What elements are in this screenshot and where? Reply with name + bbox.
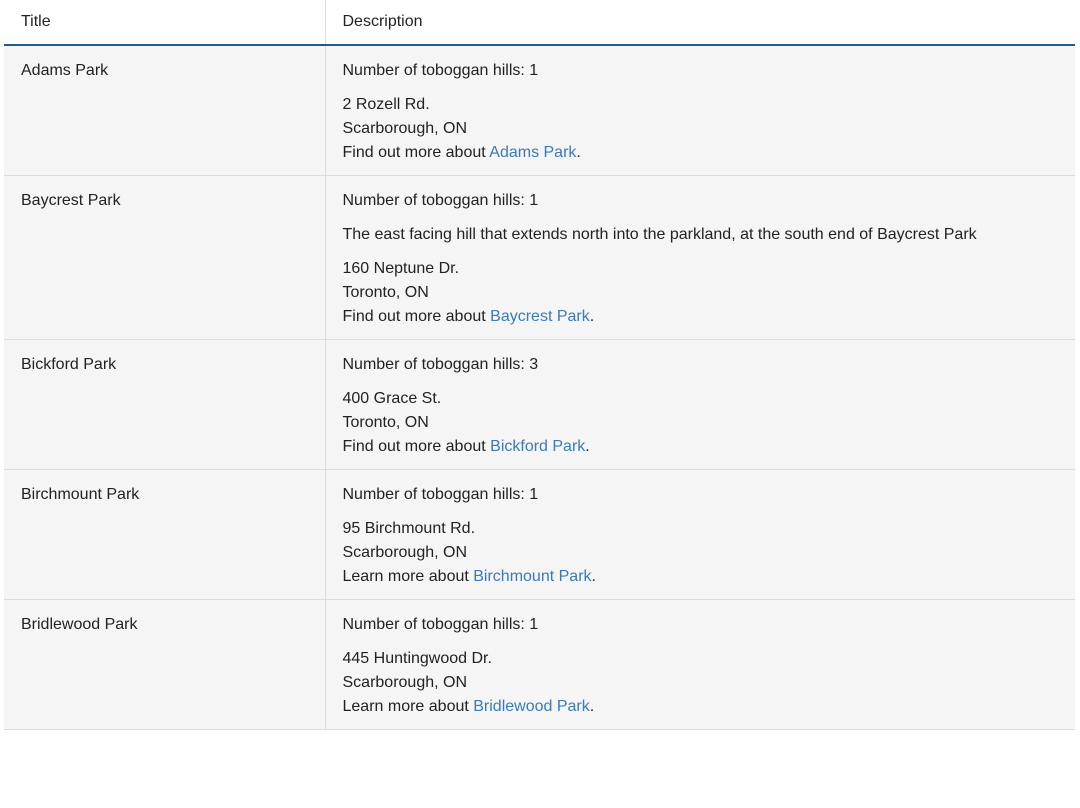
- park-title: Baycrest Park: [21, 192, 121, 209]
- park-description-cell: Number of toboggan hills: 1 The east fac…: [324, 175, 1075, 340]
- park-title: Bridlewood Park: [21, 616, 138, 633]
- park-address-block: 400 Grace St. Toronto, ON Find out more …: [343, 387, 1059, 459]
- park-description-cell: Number of toboggan hills: 1 2 Rozell Rd.…: [324, 45, 1075, 176]
- city-province: Toronto, ON: [342, 284, 429, 301]
- park-info-link[interactable]: Baycrest Park: [490, 308, 590, 325]
- more-info-line: Learn more about Bridlewood Park.: [343, 695, 1059, 719]
- park-title-cell: Birchmount Park: [4, 469, 325, 600]
- park-address-block: 95 Birchmount Rd. Scarborough, ON Learn …: [343, 517, 1059, 589]
- toboggan-hill-count: Number of toboggan hills: 1: [342, 616, 539, 633]
- park-title-cell: Baycrest Park: [4, 175, 325, 340]
- park-info-link[interactable]: Bridlewood Park: [473, 698, 590, 715]
- city-province: Scarborough, ON: [342, 544, 468, 561]
- more-info-suffix: .: [589, 308, 595, 325]
- more-info-suffix: .: [591, 568, 596, 585]
- park-description-cell: Number of toboggan hills: 1 95 Birchmoun…: [324, 469, 1075, 600]
- park-title: Adams Park: [21, 62, 109, 79]
- park-title-cell: Adams Park: [4, 45, 325, 176]
- park-address-block: 2 Rozell Rd. Scarborough, ON Find out mo…: [343, 93, 1059, 165]
- toboggan-hill-count: Number of toboggan hills: 1: [342, 192, 539, 209]
- park-info-link[interactable]: Bickford Park: [490, 438, 585, 455]
- column-header-title: Title: [4, 0, 325, 46]
- toboggan-hill-count: Number of toboggan hills: 3: [342, 356, 539, 373]
- park-title-cell: Bickford Park: [4, 339, 325, 470]
- park-address-block: 160 Neptune Dr. Toronto, ON Find out mor…: [343, 257, 1059, 329]
- park-info-link[interactable]: Adams Park: [489, 144, 576, 161]
- more-info-suffix: .: [576, 144, 581, 161]
- table-row: Baycrest Park Number of toboggan hills: …: [4, 175, 1075, 340]
- park-title: Birchmount Park: [21, 486, 140, 503]
- table-header: Title Description: [4, 0, 1075, 46]
- toboggan-hill-count: Number of toboggan hills: 1: [342, 62, 539, 79]
- table-header-row: Title Description: [4, 0, 1075, 46]
- more-info-suffix: .: [589, 698, 595, 715]
- street-address: 400 Grace St.: [342, 390, 442, 407]
- street-address: 2 Rozell Rd.: [342, 96, 430, 113]
- more-info-line: Find out more about Baycrest Park.: [343, 305, 1059, 329]
- more-info-text: Find out more about: [342, 308, 491, 325]
- city-province: Scarborough, ON: [342, 120, 468, 137]
- street-address: 95 Birchmount Rd.: [342, 520, 476, 537]
- park-info-link[interactable]: Birchmount Park: [473, 568, 591, 585]
- more-info-text: Learn more about: [342, 698, 474, 715]
- table-row: Bridlewood Park Number of toboggan hills…: [4, 599, 1075, 730]
- city-province: Scarborough, ON: [342, 674, 468, 691]
- street-address: 445 Huntingwood Dr.: [342, 650, 492, 667]
- more-info-line: Learn more about Birchmount Park.: [343, 565, 1059, 589]
- park-description-cell: Number of toboggan hills: 1 445 Huntingw…: [324, 599, 1075, 730]
- more-info-suffix: .: [585, 438, 590, 455]
- more-info-text: Learn more about: [342, 568, 474, 585]
- park-description-cell: Number of toboggan hills: 3 400 Grace St…: [324, 339, 1075, 470]
- park-title-cell: Bridlewood Park: [4, 599, 325, 730]
- more-info-text: Find out more about: [342, 438, 491, 455]
- hill-location-note: The east facing hill that extends north …: [342, 226, 977, 243]
- toboggan-hill-count: Number of toboggan hills: 1: [342, 486, 539, 503]
- park-title: Bickford Park: [21, 356, 117, 373]
- column-header-description: Description: [324, 0, 1075, 46]
- more-info-line: Find out more about Bickford Park.: [343, 435, 1059, 459]
- table-body: Adams Park Number of toboggan hills: 1 2…: [4, 45, 1075, 730]
- more-info-text: Find out more about: [342, 144, 490, 161]
- table-row: Adams Park Number of toboggan hills: 1 2…: [4, 45, 1075, 176]
- more-info-line: Find out more about Adams Park.: [343, 141, 1059, 165]
- table-row: Bickford Park Number of toboggan hills: …: [4, 339, 1075, 470]
- street-address: 160 Neptune Dr.: [342, 260, 460, 277]
- park-address-block: 445 Huntingwood Dr. Scarborough, ON Lear…: [343, 647, 1059, 719]
- toboggan-hills-table: Title Description Adams Park Number of t…: [4, 0, 1075, 730]
- city-province: Toronto, ON: [342, 414, 429, 431]
- table-row: Birchmount Park Number of toboggan hills…: [4, 469, 1075, 600]
